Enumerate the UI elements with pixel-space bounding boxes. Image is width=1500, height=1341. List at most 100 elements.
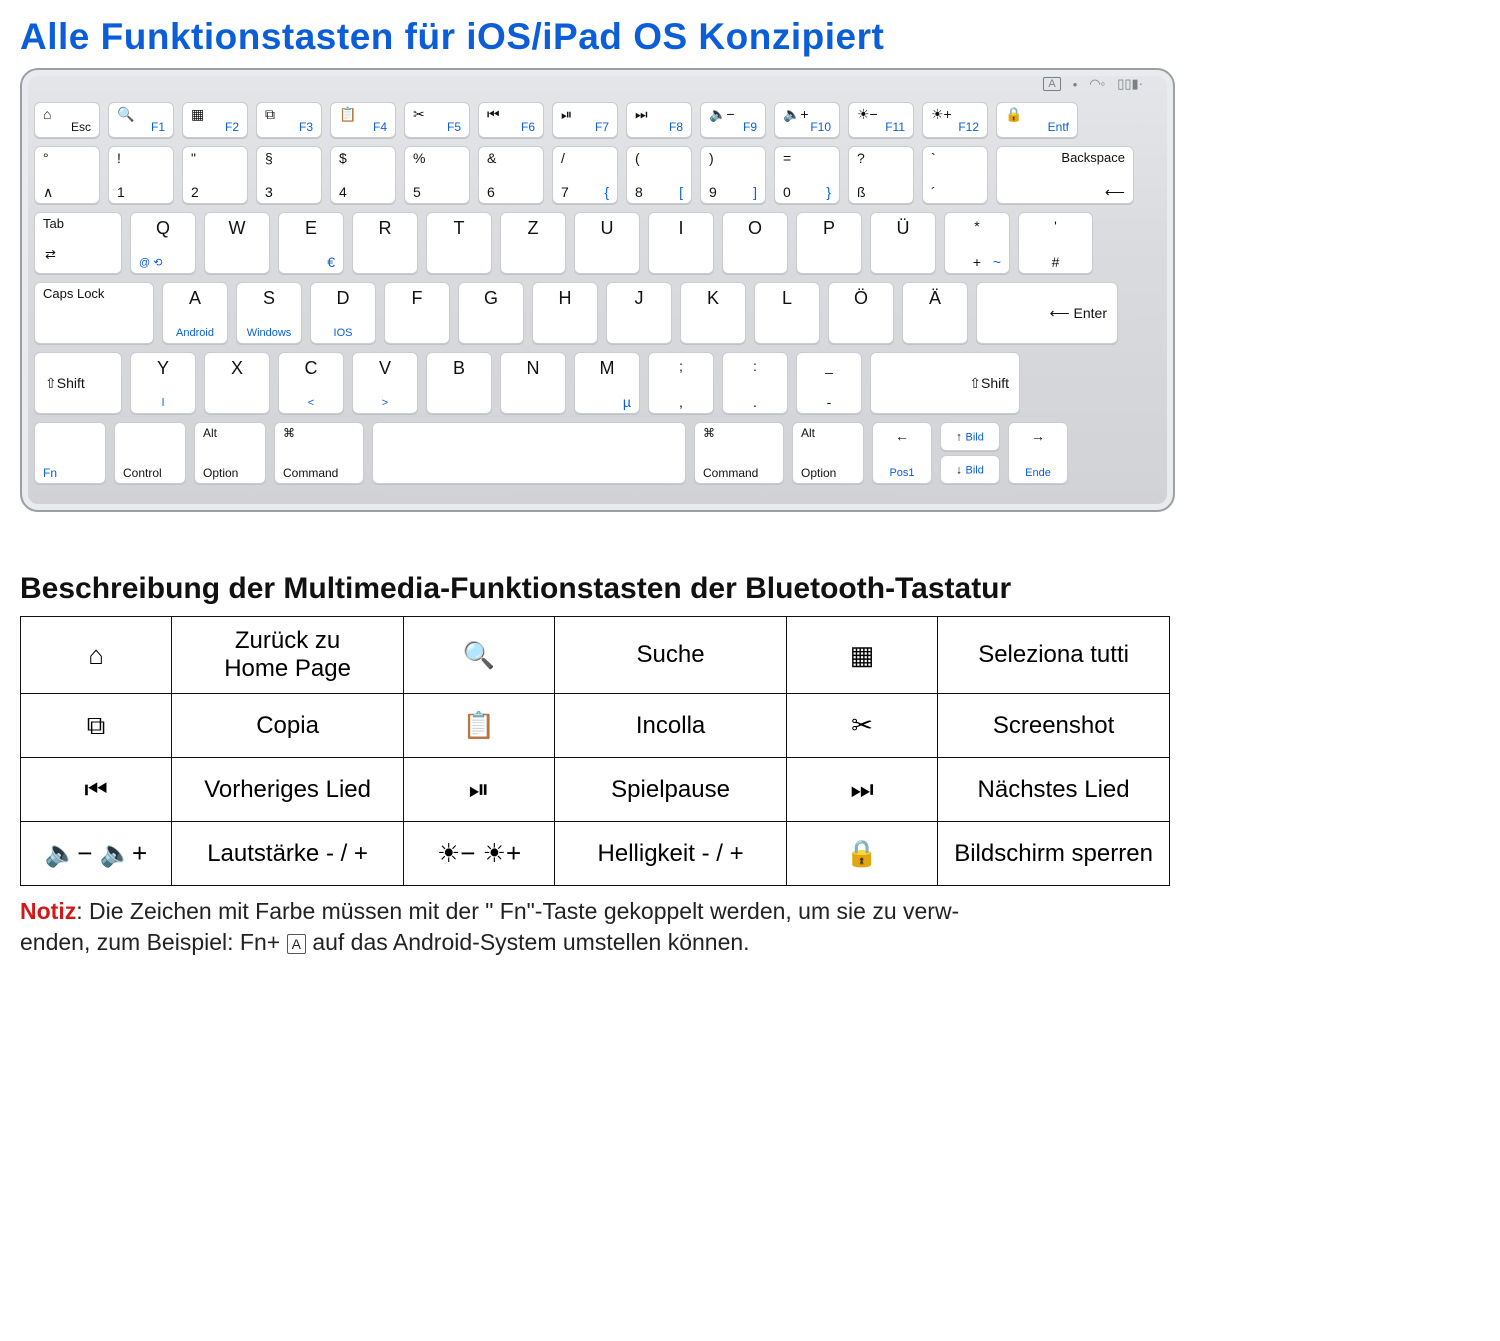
letter-key-L: L [754, 282, 820, 344]
fn-key-f7: ⏯F7 [552, 102, 618, 138]
desc-icon: ⧉ [21, 694, 172, 758]
hash-key: '# [1018, 212, 1093, 274]
letter-key-J: J [606, 282, 672, 344]
key-V: V> [352, 352, 418, 414]
description-title: Beschreibung der Multimedia-Funktionstas… [20, 572, 1480, 606]
letter-key-S: SWindows [236, 282, 302, 344]
key-Y: Yǀ [130, 352, 196, 414]
letter-key-W: W [204, 212, 270, 274]
key-N: N [500, 352, 566, 414]
num-key-ß: ?ß [848, 146, 914, 204]
key--: _- [796, 352, 862, 414]
function-row: ⌂Esc🔍F1▦F2⧉F3📋F4✂F5⏮F6⏯F7⏭F8🔈−F9🔈+F10☀−F… [34, 102, 1161, 138]
letter-key-Q: Q@ ⟲ [130, 212, 196, 274]
desc-icon: ⏯ [403, 758, 554, 822]
num-key-7: /7{ [552, 146, 618, 204]
num-key-2: "2 [182, 146, 248, 204]
arrow-left-key: ←Pos1 [872, 422, 932, 484]
desc-text: Nächstes Lied [938, 758, 1170, 822]
desc-icon: 🔒 [786, 822, 937, 886]
letter-key-I: I [648, 212, 714, 274]
desc-icon: ⏮ [21, 758, 172, 822]
fn-key-esc: ⌂Esc [34, 102, 100, 138]
desc-icon: 🔈− 🔈+ [21, 822, 172, 886]
letter-key-Ö: Ö [828, 282, 894, 344]
letter-key-Ä: Ä [902, 282, 968, 344]
option-left-key: AltOption [194, 422, 266, 484]
desc-icon: ▦ [786, 617, 937, 694]
arrow-down-key: ↓ Bild [940, 455, 1000, 484]
fn-key-f1: 🔍F1 [108, 102, 174, 138]
option-right-key: AltOption [792, 422, 864, 484]
letter-key-+: *+~ [944, 212, 1010, 274]
note-text: Notiz: Die Zeichen mit Farbe müssen mit … [20, 896, 1170, 958]
desc-text: Helligkeit - / + [555, 822, 787, 886]
fn-key-entf: 🔒Entf [996, 102, 1078, 138]
letter-row-y: ⇧ShiftYǀXC<V>BNMµ;,:._-⇧Shift [34, 352, 1161, 414]
note-chip-icon: A [287, 934, 306, 955]
letter-key-T: T [426, 212, 492, 274]
fn-key-f8: ⏭F8 [626, 102, 692, 138]
desc-text: Suche [555, 617, 787, 694]
fn-key-f9: 🔈−F9 [700, 102, 766, 138]
fn-key: Fn [34, 422, 106, 484]
shift-right-key: ⇧Shift [870, 352, 1020, 414]
fn-key-f4: 📋F4 [330, 102, 396, 138]
command-left-key: ⌘Command [274, 422, 364, 484]
key-M: Mµ [574, 352, 640, 414]
letter-key-F: F [384, 282, 450, 344]
num-key-∧: °∧ [34, 146, 100, 204]
function-description-table: ⌂Zurück zuHome Page🔍Suche▦Seleziona tutt… [20, 616, 1170, 886]
note-label: Notiz [20, 898, 76, 924]
dot-indicator: • [1073, 77, 1078, 92]
control-key: Control [114, 422, 186, 484]
key-C: C< [278, 352, 344, 414]
arrow-up-key: ↑ Bild [940, 422, 1000, 451]
letter-key-D: DIOS [310, 282, 376, 344]
desc-icon: ⏭ [786, 758, 937, 822]
fn-key-f2: ▦F2 [182, 102, 248, 138]
note-part1: : Die Zeichen mit Farbe müssen mit der "… [76, 898, 959, 924]
letter-key-Z: Z [500, 212, 566, 274]
fn-key-f3: ⧉F3 [256, 102, 322, 138]
caps-indicator: A [1043, 77, 1060, 91]
note-part2: enden, zum Beispiel: Fn+ [20, 929, 287, 955]
num-key-8: (8[ [626, 146, 692, 204]
fn-key-f11: ☀−F11 [848, 102, 914, 138]
fn-key-f6: ⏮F6 [478, 102, 544, 138]
letter-key-Ü: Ü [870, 212, 936, 274]
num-key-´: `´ [922, 146, 988, 204]
desc-text: Lautstärke - / + [172, 822, 404, 886]
desc-icon: ✂ [786, 694, 937, 758]
letter-key-H: H [532, 282, 598, 344]
letter-key-O: O [722, 212, 788, 274]
fn-key-f10: 🔈+F10 [774, 102, 840, 138]
desc-text: Seleziona tutti [938, 617, 1170, 694]
desc-text: Screenshot [938, 694, 1170, 758]
arrow-right-key: →Ende [1008, 422, 1068, 484]
letter-row-q: Tab⇄Q@ ⟲WE€RTZUIOPÜ*+~'# [34, 212, 1161, 274]
desc-icon: ☀− ☀+ [403, 822, 554, 886]
key-X: X [204, 352, 270, 414]
desc-text: Copia [172, 694, 404, 758]
num-key-4: $4 [330, 146, 396, 204]
letter-key-K: K [680, 282, 746, 344]
num-key-0: =0} [774, 146, 840, 204]
letter-key-R: R [352, 212, 418, 274]
shift-left-key: ⇧Shift [34, 352, 122, 414]
num-key-1: !1 [108, 146, 174, 204]
letter-key-P: P [796, 212, 862, 274]
wifi-icon: ◠◦ [1089, 76, 1105, 92]
letter-key-A: AAndroid [162, 282, 228, 344]
letter-key-U: U [574, 212, 640, 274]
tab-key: Tab⇄ [34, 212, 122, 274]
key-,: ;, [648, 352, 714, 414]
desc-text: Bildschirm sperren [938, 822, 1170, 886]
bottom-row: FnControlAltOption⌘Command⌘CommandAltOpt… [34, 422, 1161, 484]
desc-icon: ⌂ [21, 617, 172, 694]
fn-key-f12: ☀+F12 [922, 102, 988, 138]
desc-text: Incolla [555, 694, 787, 758]
fn-key-f5: ✂F5 [404, 102, 470, 138]
command-right-key: ⌘Command [694, 422, 784, 484]
battery-icon: ▯▯▮· [1117, 76, 1143, 92]
